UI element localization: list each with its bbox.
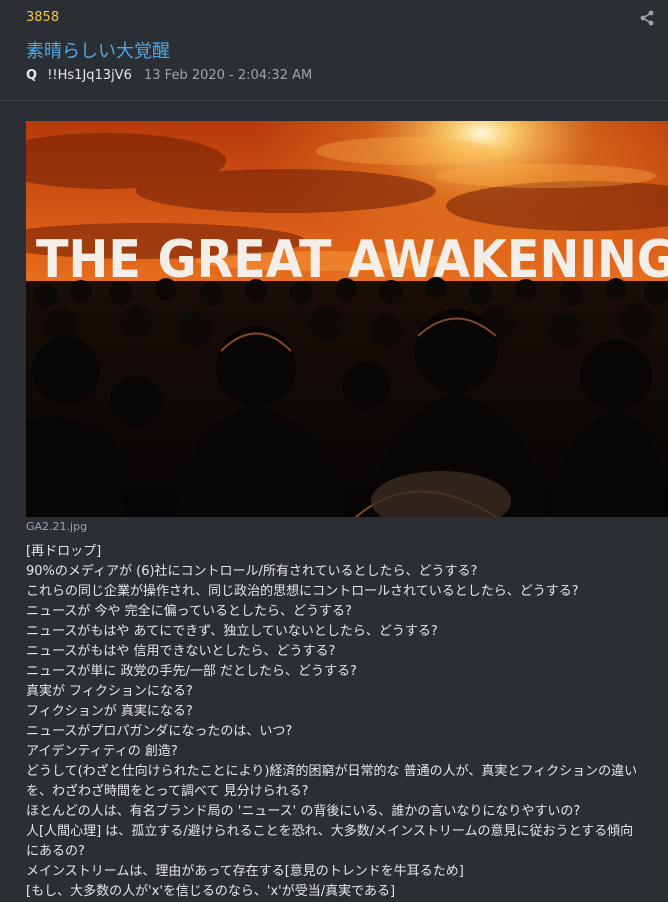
post-body-line: ニュースがもはや 信用できないとしたら、どうする? — [26, 644, 336, 659]
post-timestamp: 13 Feb 2020 - 2:04:32 AM — [144, 68, 313, 83]
author-tripcode: !!Hs1Jq13jV6 — [47, 68, 132, 83]
share-icon[interactable] — [638, 9, 656, 27]
post-title: 素晴らしい大覚醒 — [26, 41, 170, 62]
post-number[interactable]: 3858 — [26, 10, 59, 25]
post-body-line: 90%のメディアが (6)社にコントロール/所有されているとしたら、どうする? — [26, 564, 478, 579]
post-body-line: ニュースが 今や 完全に偏っているとしたら、どうする? — [26, 604, 352, 619]
header-divider — [0, 100, 668, 101]
post-body-line: フィクションが 真実になる? — [26, 704, 193, 719]
post-body-line: ニュースがもはや あてにできず、独立していないとしたら、どうする? — [26, 624, 438, 639]
post-body-line: [もし、大多数の人が'x'を信じるのなら、'x'が受当/真実である] — [26, 884, 396, 899]
post-body-line: [再ドロップ] — [26, 544, 102, 559]
post-body-line: メインストリームは、理由があって存在する[意見のトレンドを牛耳るため] — [26, 864, 464, 879]
post-meta: Q !!Hs1Jq13jV6 13 Feb 2020 - 2:04:32 AM — [26, 68, 312, 83]
post-body-line: にあるの? — [26, 844, 85, 859]
post-body-line: を、わざわざ時間をとって調べて 見分けられる? — [26, 784, 309, 799]
post-header: 3858 素晴らしい大覚醒 Q !!Hs1Jq13jV6 13 Feb 2020… — [0, 0, 668, 100]
post-image[interactable]: THE GREAT AWAKENING — [26, 121, 668, 517]
post-body-line: どうして(わざと仕向けられたことにより)経済的困窮が日常的な 普通の人が、真実と… — [26, 764, 638, 779]
post-body-line: アイデンティティの 創造? — [26, 744, 178, 759]
post-body-line: これらの同じ企業が操作され、同じ政治的思想にコントロールされているとしたら、どう… — [26, 584, 579, 599]
awakening-image: THE GREAT AWAKENING — [26, 121, 668, 517]
post-body-line: 人[人間心理] は、孤立する/避けられることを恐れ、大多数/メインストリームの意… — [26, 824, 634, 839]
author-name: Q — [26, 68, 38, 83]
post-body-line: 真実が フィクションになる? — [26, 684, 193, 699]
post-body-line: ニュースがプロパガンダになったのは、いつ? — [26, 724, 293, 739]
post-body-line: ほとんどの人は、有名ブランド局の 'ニュース' の背後にいる、誰かの言いなりにな… — [26, 804, 581, 819]
image-filename[interactable]: GA2.21.jpg — [26, 520, 87, 533]
post-body: [再ドロップ] 90%のメディアが (6)社にコントロール/所有されているとしたら… — [26, 542, 668, 902]
post-body-line: ニュースが単に 政党の手先/一部 だとしたら、どうする? — [26, 664, 357, 679]
